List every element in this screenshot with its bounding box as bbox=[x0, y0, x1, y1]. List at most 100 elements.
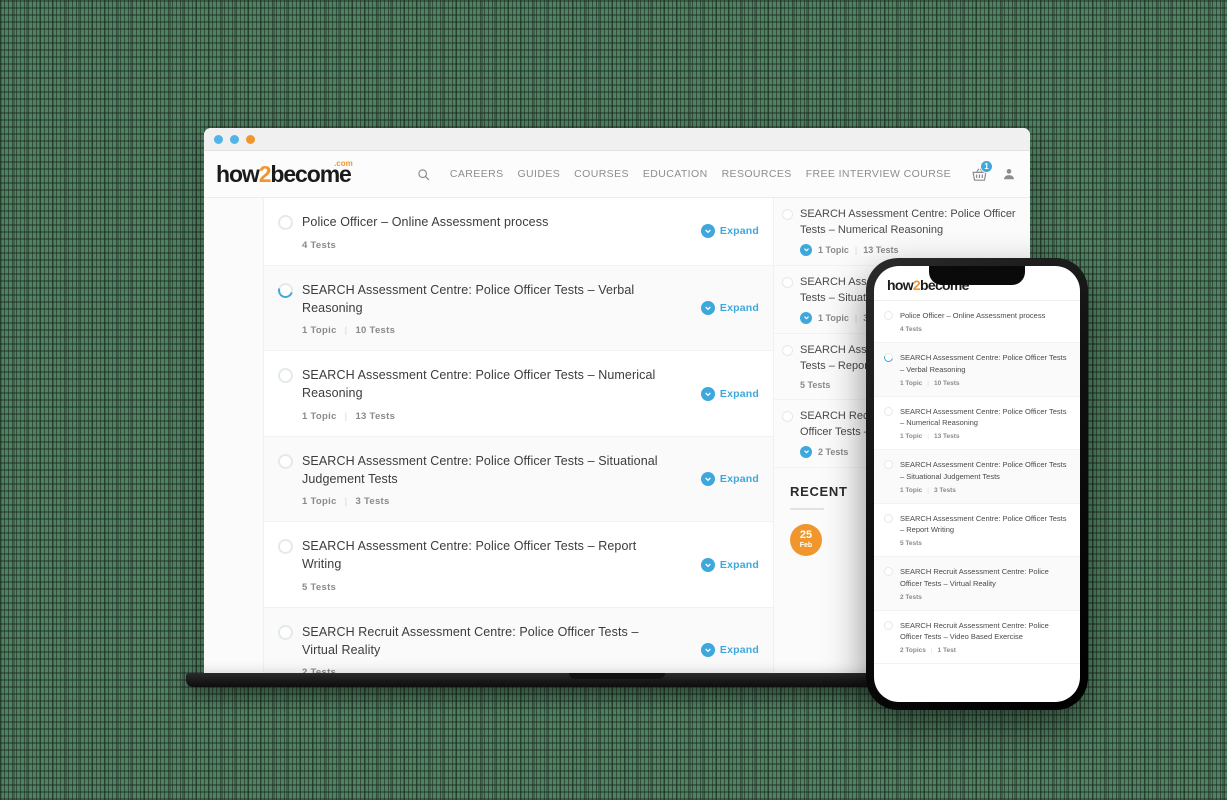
side-course-meta: 1 Topic | 13 Tests bbox=[800, 243, 1020, 256]
phone-course-title: SEARCH Assessment Centre: Police Officer… bbox=[900, 353, 1067, 374]
course-list: Police Officer – Online Assessment proce… bbox=[264, 198, 774, 673]
expand-button[interactable]: Expand bbox=[700, 301, 759, 315]
phone-course-title: SEARCH Assessment Centre: Police Officer… bbox=[900, 406, 1067, 427]
progress-ring-icon bbox=[782, 410, 793, 422]
progress-ring-icon bbox=[278, 624, 293, 640]
phone-course-title: SEARCH Assessment Centre: Police Officer… bbox=[900, 460, 1067, 481]
phone-course-meta: 2 Tests bbox=[900, 594, 1072, 601]
expand-label: Expand bbox=[719, 473, 759, 485]
phone-logo-part-2: 2 bbox=[912, 277, 921, 293]
date-month: Feb bbox=[799, 542, 813, 549]
expand-button[interactable]: Expand bbox=[700, 472, 759, 486]
phone-mockup: how2become.com Police Officer – Online A… bbox=[866, 258, 1088, 710]
window-dot-1[interactable] bbox=[214, 134, 223, 144]
main-navigation: CAREERS GUIDES COURSES EDUCATION RESOURC… bbox=[417, 159, 1016, 183]
date-badge: 25 Feb bbox=[790, 523, 822, 556]
progress-ring-icon bbox=[278, 539, 293, 555]
user-icon[interactable] bbox=[1002, 167, 1016, 181]
nav-item-guides[interactable]: GUIDES bbox=[517, 168, 560, 180]
list-item[interactable]: SEARCH Assessment Centre: Police Officer… bbox=[874, 504, 1080, 558]
expand-label: Expand bbox=[719, 558, 759, 571]
progress-ring-icon bbox=[884, 460, 893, 470]
left-gutter bbox=[204, 198, 264, 672]
progress-ring-icon bbox=[884, 406, 893, 416]
site-header: how2become .com CAREERS GUIDES COURSES ED… bbox=[204, 151, 1030, 198]
course-tests: 10 Tests bbox=[355, 325, 396, 337]
course-tests: 5 Tests bbox=[302, 581, 337, 593]
list-item[interactable]: SEARCH Assessment Centre: Police Officer… bbox=[874, 397, 1080, 451]
progress-ring-icon bbox=[782, 209, 793, 220]
site-logo[interactable]: how2become .com bbox=[216, 159, 353, 188]
phone-course-meta: 1 Topic | 10 Tests bbox=[900, 380, 1072, 387]
phone-notch bbox=[929, 266, 1025, 285]
course-title: SEARCH Assessment Centre: Police Officer… bbox=[302, 453, 658, 486]
list-item[interactable]: SEARCH Assessment Centre: Police Officer… bbox=[874, 450, 1080, 504]
nav-item-free-interview-course[interactable]: FREE INTERVIEW COURSE bbox=[806, 168, 951, 180]
chevron-down-icon bbox=[700, 472, 715, 486]
meta-separator: | bbox=[344, 496, 348, 508]
phone-course-title: SEARCH Recruit Assessment Centre: Police… bbox=[900, 620, 1049, 641]
chevron-down-icon bbox=[700, 224, 715, 239]
progress-ring-icon bbox=[884, 311, 893, 320]
course-tests: 4 Tests bbox=[302, 239, 337, 251]
phone-course-tests: 5 Tests bbox=[900, 540, 922, 548]
side-course-tests: 5 Tests bbox=[800, 379, 831, 390]
progress-ring-icon bbox=[278, 215, 293, 230]
table-row[interactable]: SEARCH Assessment Centre: Police Officer… bbox=[264, 265, 773, 352]
list-item[interactable]: SEARCH Recruit Assessment Centre: Police… bbox=[874, 557, 1080, 611]
phone-course-meta: 5 Tests bbox=[900, 540, 1072, 547]
list-item[interactable]: SEARCH Assessment Centre: Police Officer… bbox=[874, 343, 1080, 397]
progress-ring-icon bbox=[882, 351, 895, 364]
search-icon[interactable] bbox=[417, 168, 430, 181]
list-item[interactable]: Police Officer – Online Assessment proce… bbox=[874, 301, 1080, 344]
expand-label: Expand bbox=[719, 225, 759, 238]
expand-button[interactable]: Expand bbox=[700, 557, 759, 572]
side-course-tests: 13 Tests bbox=[863, 244, 899, 255]
course-meta: 1 Topic | 13 Tests bbox=[302, 411, 759, 422]
side-course-title: SEARCH Assessment Centre: Police Officer… bbox=[800, 208, 1016, 236]
side-course-topics: 1 Topic bbox=[818, 244, 849, 255]
chevron-down-icon bbox=[700, 557, 715, 572]
nav-item-courses[interactable]: COURSES bbox=[574, 168, 629, 180]
phone-course-meta: 4 Tests bbox=[900, 326, 1072, 333]
basket-icon[interactable]: 1 bbox=[971, 159, 993, 183]
course-meta: 1 Topic | 3 Tests bbox=[302, 496, 759, 507]
nav-item-education[interactable]: EDUCATION bbox=[643, 168, 708, 180]
side-course-topics: 1 Topic bbox=[818, 312, 849, 323]
course-tests: 3 Tests bbox=[355, 496, 390, 508]
list-item[interactable]: SEARCH Recruit Assessment Centre: Police… bbox=[874, 611, 1080, 665]
table-row[interactable]: SEARCH Recruit Assessment Centre: Police… bbox=[264, 607, 773, 673]
course-topics: 1 Topic bbox=[302, 410, 337, 422]
course-title: SEARCH Assessment Centre: Police Officer… bbox=[302, 368, 656, 400]
course-meta: 4 Tests bbox=[302, 240, 759, 251]
course-meta: 5 Tests bbox=[302, 582, 759, 593]
expand-button[interactable]: Expand bbox=[700, 643, 759, 657]
window-dot-3[interactable] bbox=[246, 134, 255, 144]
progress-ring-icon bbox=[782, 344, 793, 356]
laptop-base-notch bbox=[569, 673, 665, 679]
phone-course-topics: 1 Topic bbox=[900, 486, 923, 494]
meta-separator: | bbox=[927, 486, 929, 494]
phone-logo-part-1: how bbox=[887, 277, 914, 293]
progress-ring-icon bbox=[278, 368, 293, 384]
phone-course-title: Police Officer – Online Assessment proce… bbox=[900, 311, 1046, 320]
check-circle-icon bbox=[800, 311, 812, 324]
table-row[interactable]: SEARCH Assessment Centre: Police Officer… bbox=[264, 522, 773, 608]
table-row[interactable]: Police Officer – Online Assessment proce… bbox=[264, 198, 773, 266]
expand-button[interactable]: Expand bbox=[700, 224, 759, 239]
table-row[interactable]: SEARCH Assessment Centre: Police Officer… bbox=[264, 436, 773, 523]
logo-part-2: 2 bbox=[258, 160, 272, 187]
meta-separator: | bbox=[344, 410, 348, 422]
course-topics: 1 Topic bbox=[302, 496, 337, 508]
nav-item-resources[interactable]: RESOURCES bbox=[722, 168, 792, 180]
phone-course-meta: 1 Topic | 13 Tests bbox=[900, 433, 1072, 440]
browser-chrome-bar bbox=[204, 128, 1030, 151]
table-row[interactable]: SEARCH Assessment Centre: Police Officer… bbox=[264, 351, 773, 437]
meta-separator: | bbox=[930, 647, 933, 655]
nav-item-careers[interactable]: CAREERS bbox=[450, 168, 504, 180]
list-item[interactable]: SEARCH Assessment Centre: Police Officer… bbox=[774, 198, 1030, 266]
window-dot-2[interactable] bbox=[230, 134, 239, 144]
phone-course-meta: 2 Topics | 1 Test bbox=[900, 647, 1072, 654]
expand-button[interactable]: Expand bbox=[700, 386, 759, 401]
expand-label: Expand bbox=[719, 302, 759, 314]
